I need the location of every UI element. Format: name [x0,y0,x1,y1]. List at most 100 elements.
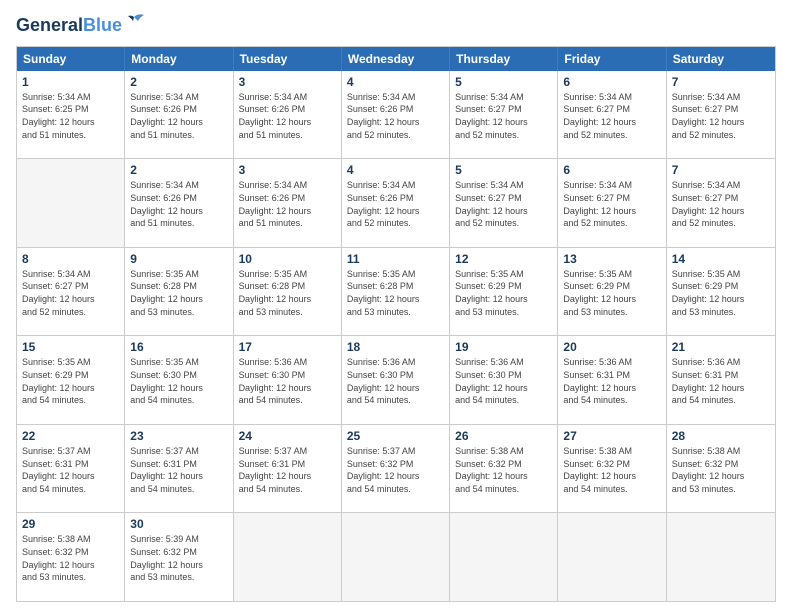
day-number: 19 [455,340,552,354]
day-cell-empty [342,513,450,601]
day-cell-21: 21 Sunrise: 5:36 AM Sunset: 6:31 PM Dayli… [667,336,775,424]
day-info: Sunrise: 5:34 AM Sunset: 6:26 PM Dayligh… [239,91,336,141]
day-cell-6: 6 Sunrise: 5:34 AM Sunset: 6:27 PM Daylig… [558,159,666,247]
day-info: Sunrise: 5:36 AM Sunset: 6:30 PM Dayligh… [347,356,444,406]
day-number: 12 [455,252,552,266]
day-info: Sunrise: 5:34 AM Sunset: 6:25 PM Dayligh… [22,91,119,141]
calendar: SundayMondayTuesdayWednesdayThursdayFrid… [16,46,776,602]
day-cell-19: 19 Sunrise: 5:36 AM Sunset: 6:30 PM Dayli… [450,336,558,424]
day-info: Sunrise: 5:38 AM Sunset: 6:32 PM Dayligh… [672,445,770,495]
day-number: 7 [672,163,770,177]
day-cell-7: 7 Sunrise: 5:34 AM Sunset: 6:27 PM Daylig… [667,159,775,247]
day-info: Sunrise: 5:35 AM Sunset: 6:28 PM Dayligh… [130,268,227,318]
day-cell-6: 6 Sunrise: 5:34 AM Sunset: 6:27 PM Daylig… [558,71,666,159]
day-info: Sunrise: 5:36 AM Sunset: 6:31 PM Dayligh… [672,356,770,406]
day-info: Sunrise: 5:34 AM Sunset: 6:26 PM Dayligh… [130,179,227,229]
calendar-row-4: 22 Sunrise: 5:37 AM Sunset: 6:31 PM Dayli… [17,424,775,513]
day-cell-28: 28 Sunrise: 5:38 AM Sunset: 6:32 PM Dayli… [667,425,775,513]
logo: GeneralBlue [16,16,146,36]
day-number: 5 [455,163,552,177]
day-cell-empty [667,513,775,601]
calendar-header: SundayMondayTuesdayWednesdayThursdayFrid… [17,47,775,71]
day-info: Sunrise: 5:35 AM Sunset: 6:29 PM Dayligh… [672,268,770,318]
day-info: Sunrise: 5:34 AM Sunset: 6:27 PM Dayligh… [563,91,660,141]
day-info: Sunrise: 5:34 AM Sunset: 6:26 PM Dayligh… [347,91,444,141]
day-info: Sunrise: 5:37 AM Sunset: 6:31 PM Dayligh… [239,445,336,495]
day-cell-22: 22Sunrise: 5:37 AM Sunset: 6:31 PM Dayli… [17,425,125,513]
day-number: 9 [130,252,227,266]
day-info: Sunrise: 5:34 AM Sunset: 6:26 PM Dayligh… [239,179,336,229]
day-cell-30: 30Sunrise: 5:39 AM Sunset: 6:32 PM Dayli… [125,513,233,601]
col-header-saturday: Saturday [667,47,775,71]
day-info: Sunrise: 5:34 AM Sunset: 6:27 PM Dayligh… [455,91,552,141]
day-info: Sunrise: 5:36 AM Sunset: 6:30 PM Dayligh… [455,356,552,406]
day-number: 24 [239,429,336,443]
calendar-row-2: 8 Sunrise: 5:34 AM Sunset: 6:27 PM Daylig… [17,247,775,336]
day-cell-1: 1Sunrise: 5:34 AM Sunset: 6:25 PM Daylig… [17,71,125,159]
page: GeneralBlue SundayMondayTuesdayWednesday… [0,0,792,612]
day-number: 21 [672,340,770,354]
day-number: 30 [130,517,227,531]
day-cell-16: 16 Sunrise: 5:35 AM Sunset: 6:30 PM Dayli… [125,336,233,424]
day-info: Sunrise: 5:35 AM Sunset: 6:30 PM Dayligh… [130,356,227,406]
day-info: Sunrise: 5:37 AM Sunset: 6:32 PM Dayligh… [347,445,444,495]
day-number: 11 [347,252,444,266]
day-number: 4 [347,163,444,177]
day-number: 5 [455,75,552,89]
day-info: Sunrise: 5:34 AM Sunset: 6:27 PM Dayligh… [563,179,660,229]
calendar-row-3: 15Sunrise: 5:35 AM Sunset: 6:29 PM Dayli… [17,335,775,424]
day-number: 6 [563,163,660,177]
day-cell-11: 11Sunrise: 5:35 AM Sunset: 6:28 PM Dayli… [342,248,450,336]
day-number: 27 [563,429,660,443]
day-info: Sunrise: 5:38 AM Sunset: 6:32 PM Dayligh… [22,533,119,583]
calendar-row-1: 2Sunrise: 5:34 AM Sunset: 6:26 PM Daylig… [17,158,775,247]
day-number: 2 [130,75,227,89]
day-cell-15: 15Sunrise: 5:35 AM Sunset: 6:29 PM Dayli… [17,336,125,424]
col-header-tuesday: Tuesday [234,47,342,71]
day-number: 18 [347,340,444,354]
header: GeneralBlue [16,16,776,36]
day-cell-empty [234,513,342,601]
day-cell-10: 10Sunrise: 5:35 AM Sunset: 6:28 PM Dayli… [234,248,342,336]
day-cell-3: 3 Sunrise: 5:34 AM Sunset: 6:26 PM Daylig… [234,159,342,247]
day-number: 28 [672,429,770,443]
day-cell-25: 25 Sunrise: 5:37 AM Sunset: 6:32 PM Dayli… [342,425,450,513]
day-number: 4 [347,75,444,89]
day-cell-23: 23Sunrise: 5:37 AM Sunset: 6:31 PM Dayli… [125,425,233,513]
day-cell-14: 14Sunrise: 5:35 AM Sunset: 6:29 PM Dayli… [667,248,775,336]
day-info: Sunrise: 5:38 AM Sunset: 6:32 PM Dayligh… [455,445,552,495]
day-number: 3 [239,163,336,177]
day-info: Sunrise: 5:34 AM Sunset: 6:27 PM Dayligh… [672,91,770,141]
day-number: 10 [239,252,336,266]
day-cell-2: 2Sunrise: 5:34 AM Sunset: 6:26 PM Daylig… [125,159,233,247]
day-info: Sunrise: 5:34 AM Sunset: 6:26 PM Dayligh… [130,91,227,141]
day-cell-3: 3Sunrise: 5:34 AM Sunset: 6:26 PM Daylig… [234,71,342,159]
day-info: Sunrise: 5:34 AM Sunset: 6:27 PM Dayligh… [455,179,552,229]
day-number: 22 [22,429,119,443]
day-cell-13: 13Sunrise: 5:35 AM Sunset: 6:29 PM Dayli… [558,248,666,336]
day-info: Sunrise: 5:36 AM Sunset: 6:31 PM Dayligh… [563,356,660,406]
calendar-row-0: 1Sunrise: 5:34 AM Sunset: 6:25 PM Daylig… [17,71,775,159]
day-number: 17 [239,340,336,354]
day-info: Sunrise: 5:36 AM Sunset: 6:30 PM Dayligh… [239,356,336,406]
day-number: 13 [563,252,660,266]
day-number: 8 [22,252,119,266]
col-header-monday: Monday [125,47,233,71]
day-number: 6 [563,75,660,89]
day-cell-empty [558,513,666,601]
day-info: Sunrise: 5:34 AM Sunset: 6:26 PM Dayligh… [347,179,444,229]
calendar-body: 1Sunrise: 5:34 AM Sunset: 6:25 PM Daylig… [17,71,775,601]
logo-bird-icon [124,13,146,31]
day-number: 7 [672,75,770,89]
day-info: Sunrise: 5:34 AM Sunset: 6:27 PM Dayligh… [672,179,770,229]
day-number: 26 [455,429,552,443]
day-number: 25 [347,429,444,443]
col-header-sunday: Sunday [17,47,125,71]
day-number: 16 [130,340,227,354]
day-cell-29: 29Sunrise: 5:38 AM Sunset: 6:32 PM Dayli… [17,513,125,601]
day-cell-7: 7 Sunrise: 5:34 AM Sunset: 6:27 PM Daylig… [667,71,775,159]
day-info: Sunrise: 5:35 AM Sunset: 6:29 PM Dayligh… [455,268,552,318]
day-cell-20: 20Sunrise: 5:36 AM Sunset: 6:31 PM Dayli… [558,336,666,424]
day-cell-empty [17,159,125,247]
day-info: Sunrise: 5:34 AM Sunset: 6:27 PM Dayligh… [22,268,119,318]
